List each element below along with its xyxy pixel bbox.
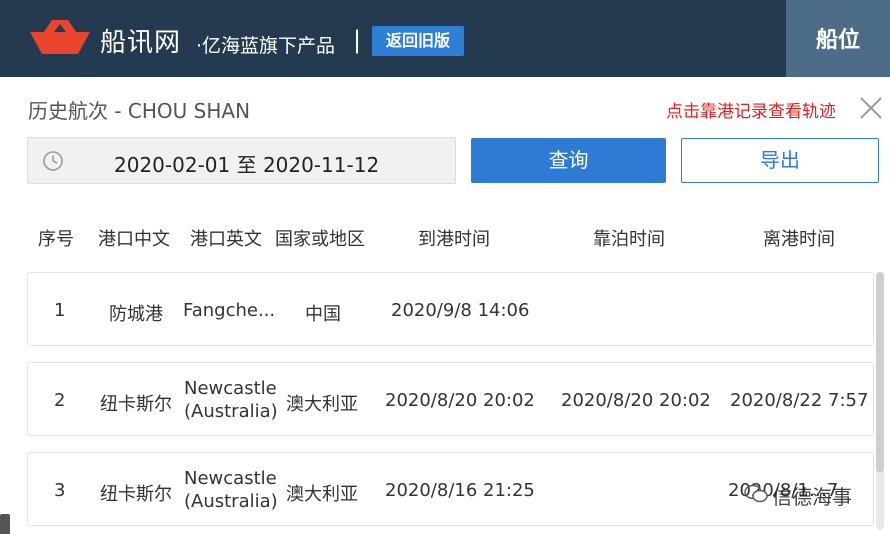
- header-separator: |: [353, 26, 362, 54]
- watermark-text: 信德海事: [772, 485, 852, 509]
- arrival-time: 2020/8/16 21:25: [385, 480, 535, 501]
- arrival-time: 2020/9/8 14:06: [391, 300, 530, 321]
- column-header-port-en: 港口英文: [190, 229, 262, 250]
- column-header-country: 国家或地区: [275, 229, 365, 250]
- brand-name: 船讯网: [100, 28, 182, 58]
- ship-logo-icon: [30, 20, 90, 54]
- port-en: Newcastle (Australia): [184, 467, 278, 513]
- view-track-link[interactable]: 点击靠港记录查看轨迹: [666, 97, 836, 122]
- column-header-port-cn: 港口中文: [98, 229, 170, 250]
- port-cn: 防城港: [109, 304, 163, 325]
- table-row[interactable]: 2 纽卡斯尔 Newcastle (Australia) 澳大利亚 2020/8…: [27, 362, 874, 436]
- clock-icon: [43, 151, 63, 171]
- scrollbar-thumb[interactable]: [876, 272, 884, 472]
- port-en: Newcastle (Australia): [184, 377, 278, 423]
- port-en-line2: (Australia): [184, 491, 278, 512]
- country: 澳大利亚: [286, 484, 358, 505]
- port-en-line1: Newcastle: [184, 378, 277, 399]
- port-en-line1: Newcastle: [184, 468, 277, 489]
- brand-slogan: ·亿海蓝旗下产品: [196, 35, 336, 57]
- port-cn: 纽卡斯尔: [100, 394, 172, 415]
- berth-time: 2020/8/20 20:02: [561, 390, 711, 411]
- arrival-time: 2020/8/20 20:02: [385, 390, 535, 411]
- export-button[interactable]: 导出: [681, 138, 879, 183]
- country: 中国: [305, 304, 341, 325]
- date-range-value: 2020-02-01 至 2020-11-12: [114, 153, 380, 177]
- column-header-berth: 靠泊时间: [593, 229, 665, 250]
- column-header-departure: 离港时间: [763, 229, 835, 250]
- close-icon[interactable]: [858, 95, 884, 121]
- query-button[interactable]: 查询: [471, 138, 666, 183]
- app-header: 船讯网 ·亿海蓝旗下产品 | 返回旧版 船位: [0, 0, 890, 77]
- table-row[interactable]: 1 防城港 Fangche... 中国 2020/9/8 14:06: [27, 272, 874, 346]
- port-cn: 纽卡斯尔: [100, 484, 172, 505]
- wechat-icon: [744, 484, 768, 503]
- page-title: 历史航次 - CHOU SHAN: [28, 99, 251, 123]
- old-version-button[interactable]: 返回旧版: [372, 26, 464, 56]
- row-number: 1: [54, 300, 66, 321]
- tab-berth[interactable]: 船位: [786, 0, 890, 77]
- date-range-picker[interactable]: 2020-02-01 至 2020-11-12: [27, 137, 456, 184]
- corner-mark: [0, 514, 10, 534]
- table-scrollbar[interactable]: [876, 272, 884, 530]
- country: 澳大利亚: [286, 394, 358, 415]
- column-header-no: 序号: [38, 229, 74, 250]
- port-en: Fangche...: [183, 300, 276, 321]
- row-number: 3: [54, 480, 66, 501]
- port-en-line2: (Australia): [184, 401, 278, 422]
- row-number: 2: [54, 390, 66, 411]
- departure-time: 2020/8/22 7:57: [730, 390, 869, 411]
- column-header-arrival: 到港时间: [418, 229, 490, 250]
